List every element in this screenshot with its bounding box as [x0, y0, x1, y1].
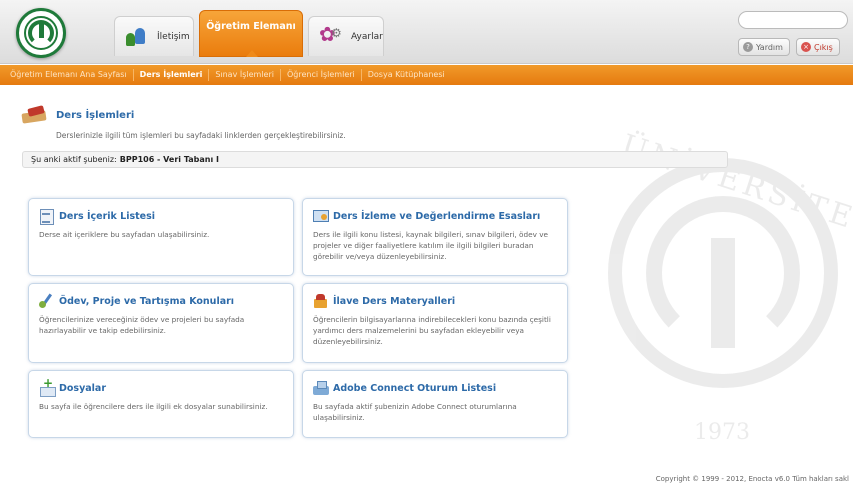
active-section-label: Şu anki aktif şubeniz:	[31, 155, 117, 164]
card-dosyalar[interactable]: Dosyalar Bu sayfa ile öğrencilere ders i…	[28, 370, 294, 438]
active-section-bar: Şu anki aktif şubeniz: BPP106 - Veri Tab…	[22, 151, 728, 168]
nav-item-ogrenci-islemleri[interactable]: Öğrenci İşlemleri	[281, 69, 362, 81]
nav-item-dosya-kutuphanesi[interactable]: Dosya Kütüphanesi	[362, 69, 451, 81]
sub-navigation: Öğretim Elemanı Ana Sayfası Ders İşlemle…	[0, 65, 853, 85]
help-button[interactable]: ? Yardım	[738, 38, 790, 56]
help-button-label: Yardım	[756, 42, 783, 52]
tab-label: Ayarlar	[351, 31, 383, 42]
materials-icon	[313, 293, 329, 309]
page-description: Derslerinizle ilgili tüm işlemleri bu sa…	[56, 131, 346, 140]
card-title[interactable]: Ders İçerik Listesi	[59, 211, 155, 222]
card-header: Adobe Connect Oturum Listesi	[313, 380, 557, 396]
nav-item-ders-islemleri[interactable]: Ders İşlemleri	[134, 69, 210, 81]
card-ilave-ders-materyalleri[interactable]: İlave Ders Materyalleri Öğrencilerin bil…	[302, 283, 568, 363]
monitor-icon	[313, 208, 329, 224]
page-heading: Ders İşlemleri	[22, 104, 134, 126]
card-title[interactable]: Ödev, Proje ve Tartışma Konuları	[59, 296, 234, 307]
card-ders-izleme[interactable]: Ders İzleme ve Değerlendirme Esasları De…	[302, 198, 568, 276]
watermark-year: 1973	[694, 420, 750, 445]
university-logo[interactable]	[16, 8, 66, 58]
logo-emblem-icon	[24, 16, 58, 50]
active-tab-pointer-icon	[246, 50, 258, 57]
card-description: Öğrencilerinize vereceğiniz ödev ve proj…	[39, 315, 245, 335]
content-list-icon	[39, 208, 55, 225]
page-title: Ders İşlemleri	[56, 109, 135, 121]
help-icon: ?	[743, 42, 753, 52]
nav-item-sinav-islemleri[interactable]: Sınav İşlemleri	[209, 69, 281, 81]
assignment-icon	[39, 293, 55, 309]
settings-icon	[319, 22, 345, 48]
card-odev-proje[interactable]: Ödev, Proje ve Tartışma Konuları Öğrenci…	[28, 283, 294, 363]
logout-button-label: Çıkış	[814, 42, 833, 52]
tab-label: Öğretim Elemanı	[206, 21, 296, 32]
card-adobe-connect[interactable]: Adobe Connect Oturum Listesi Bu sayfada …	[302, 370, 568, 438]
card-title[interactable]: Ders İzleme ve Değerlendirme Esasları	[333, 211, 540, 222]
close-icon: ×	[801, 42, 811, 52]
card-header: Ödev, Proje ve Tartışma Konuları	[39, 293, 283, 309]
card-header: Ders İzleme ve Değerlendirme Esasları	[313, 208, 557, 224]
nav-item-ana-sayfa[interactable]: Öğretim Elemanı Ana Sayfası	[4, 69, 134, 81]
card-header: İlave Ders Materyalleri	[313, 293, 557, 309]
university-watermark: ÜNİVERSİTESİ 1973	[608, 128, 853, 448]
add-file-icon	[39, 376, 56, 397]
card-description: Derse ait içeriklere bu sayfadan ulaşabi…	[39, 230, 210, 239]
card-header: Dosyalar	[39, 376, 283, 397]
tab-iletisim[interactable]: İletişim	[114, 16, 194, 56]
card-description: Ders ile ilgili konu listesi, kaynak bil…	[313, 230, 549, 261]
card-title[interactable]: Dosyalar	[59, 383, 106, 394]
contacts-icon	[125, 26, 151, 48]
card-description: Bu sayfada aktif şubenizin Adobe Connect…	[313, 402, 517, 422]
watermark-bar	[711, 238, 735, 348]
card-header: Ders İçerik Listesi	[39, 208, 283, 225]
card-title[interactable]: İlave Ders Materyalleri	[333, 296, 455, 307]
adobe-connect-icon	[313, 380, 329, 396]
footer-copyright: Copyright © 1999 - 2012, Enocta v6.0 Tüm…	[655, 475, 849, 483]
card-title[interactable]: Adobe Connect Oturum Listesi	[333, 383, 496, 394]
card-description: Bu sayfa ile öğrencilere ders ile ilgili…	[39, 402, 268, 411]
logout-button[interactable]: × Çıkış	[796, 38, 840, 56]
card-ders-icerik-listesi[interactable]: Ders İçerik Listesi Derse ait içeriklere…	[28, 198, 294, 276]
books-icon	[22, 104, 50, 126]
tab-ayarlar[interactable]: Ayarlar	[308, 16, 384, 56]
tab-label: İletişim	[157, 31, 190, 42]
active-section-value: BPP106 - Veri Tabanı I	[119, 155, 219, 164]
top-header: İletişim Öğretim Elemanı Ayarlar ? Yardı…	[0, 0, 853, 64]
card-description: Öğrencilerin bilgisayarlarına indirebile…	[313, 315, 551, 346]
search-input[interactable]	[738, 11, 848, 29]
